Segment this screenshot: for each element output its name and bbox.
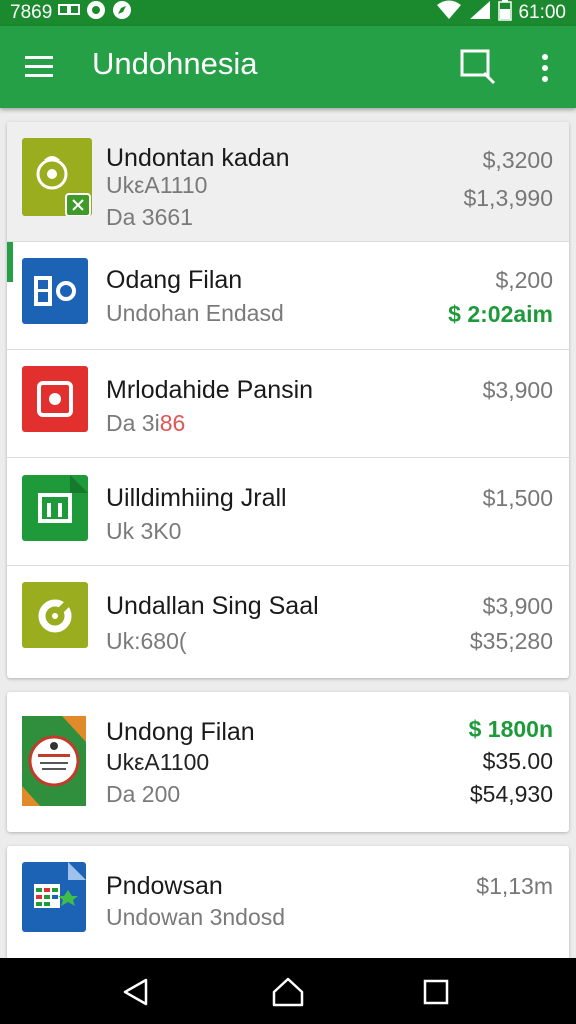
back-icon (123, 978, 148, 1006)
item-amount: $35.00 (482, 748, 553, 774)
menu-button[interactable] (22, 52, 56, 82)
search-button[interactable] (458, 46, 498, 86)
item-amount: $54,930 (469, 781, 553, 807)
olive-gauge-icon (22, 582, 88, 648)
item-subtitle: Undohan Endasd (106, 300, 284, 326)
status-bar: 7869 61:00 (0, 0, 576, 26)
item-subtitle: Undowan 3ndosd (106, 904, 286, 930)
item-amount: $35;280 (469, 628, 553, 654)
status-left: 7869 (10, 0, 132, 26)
item-amount: $1,500 (482, 485, 553, 511)
green-sheet-icon (22, 475, 88, 541)
item-title: Undallan Sing Saal (106, 592, 319, 620)
list-card: Pndowsan Undowan 3ndosd $1,13m (7, 846, 569, 966)
item-amount: $,3200 (482, 147, 553, 173)
list-card: Undong Filan UkεA1100 Da 200 $ 1800n $35… (7, 692, 569, 832)
item-title: Mrlodahide Pansin (106, 376, 314, 404)
list-card: Undontan kadan UkεA1110 Da 3661 $,3200 $… (7, 122, 569, 678)
status-left-text: 7869 (10, 2, 53, 23)
item-subtitle: Uk 3K0 (106, 518, 182, 544)
search-icon (460, 49, 496, 85)
home-icon (272, 977, 304, 1007)
list-item[interactable]: Undallan Sing Saal Uk:680( $3,900 $35;28… (7, 566, 569, 678)
battery-icon (498, 0, 513, 27)
more-vert-icon (542, 54, 548, 82)
blue-bo-app-icon (22, 258, 88, 324)
status-time: 61:00 (518, 2, 566, 23)
item-subtitle-prefix: Da 3i (106, 410, 160, 436)
recents-icon (423, 979, 449, 1005)
app-title: Undohnesia (92, 46, 258, 81)
item-amount: $3,900 (482, 593, 553, 619)
sync-icon (86, 0, 106, 26)
item-amount: $,200 (495, 267, 553, 293)
item-detail: Da 200 (106, 781, 181, 807)
recents-button[interactable] (416, 972, 456, 1012)
list-item[interactable]: Odang Filan Undohan Endasd $,200 $ 2:02a… (7, 242, 569, 350)
item-amount: $3,900 (482, 377, 553, 403)
more-options-button[interactable] (530, 48, 560, 88)
notification-mail-icon (58, 2, 81, 24)
item-title: Uilldimhiing Jrall (106, 484, 287, 512)
list-item[interactable]: Mrlodahide Pansin Da 3i86 $3,900 (7, 350, 569, 458)
item-subtitle: Uk:680( (106, 628, 187, 654)
status-right: 61:00 (436, 0, 566, 27)
item-subtitle-highlight: 86 (159, 410, 186, 436)
list-item[interactable]: Undong Filan UkεA1100 Da 200 $ 1800n $35… (7, 692, 569, 832)
item-title: Undong Filan (106, 718, 255, 746)
home-button[interactable] (268, 972, 308, 1012)
list-item[interactable]: Undontan kadan UkεA1110 Da 3661 $,3200 $… (7, 122, 569, 242)
item-amount: $ 1800n (468, 716, 553, 742)
item-subtitle: Da 3i86 (106, 410, 185, 437)
item-title: Pndowsan (106, 872, 223, 900)
item-detail: Da 3661 (106, 204, 193, 230)
item-amount: $1,13m (476, 873, 553, 899)
item-title: Odang Filan (106, 266, 243, 294)
wifi-icon (436, 0, 462, 26)
list-item[interactable]: Pndowsan Undowan 3ndosd $1,13m (7, 846, 569, 966)
back-button[interactable] (116, 972, 156, 1012)
list-item[interactable]: Uilldimhiing Jrall Uk 3K0 $1,500 (7, 458, 569, 566)
item-amount: $ 2:02aim (448, 301, 553, 327)
navigation-bar (0, 958, 576, 1024)
holiday-card-icon (22, 716, 86, 806)
selection-accent (7, 242, 13, 282)
red-record-icon (22, 366, 88, 432)
item-subtitle: UkεA1100 (106, 749, 210, 775)
app-bar: Undohnesia (0, 26, 576, 108)
item-subtitle: UkεA1110 (106, 172, 208, 198)
compass-icon (112, 0, 132, 26)
menu-icon (25, 56, 53, 77)
item-title: Undontan kadan (106, 144, 290, 172)
screen: 7869 61:00 Undohnesia Undontan kadan Ukε… (0, 0, 576, 1024)
item-amount: $1,3,990 (463, 185, 553, 211)
olive-badge-icon (22, 138, 92, 217)
signal-icon (468, 0, 492, 26)
blue-doc-icon (22, 862, 86, 932)
